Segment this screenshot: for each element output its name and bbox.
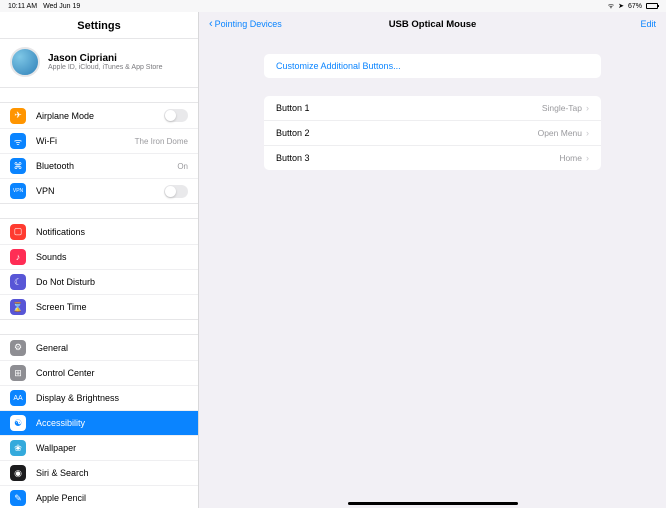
chevron-right-icon: › bbox=[586, 153, 589, 163]
button-label: Button 3 bbox=[276, 153, 310, 163]
sidebar-item-label: Wallpaper bbox=[36, 443, 188, 453]
group-alerts: ▢ Notifications ♪ Sounds ☾ Do Not Distur… bbox=[0, 218, 198, 320]
wifi-icon: ᯤ bbox=[608, 2, 614, 11]
sidebar-item-label: Apple Pencil bbox=[36, 493, 188, 503]
sidebar-item-label: Siri & Search bbox=[36, 468, 188, 478]
sidebar-item-dnd[interactable]: ☾ Do Not Disturb bbox=[0, 269, 198, 294]
settings-sidebar: Settings Jason Cipriani Apple ID, iCloud… bbox=[0, 12, 199, 508]
wifi-icon: ᯤ bbox=[10, 133, 26, 149]
sidebar-item-general[interactable]: ⚙ General bbox=[0, 335, 198, 360]
location-icon: ➤ bbox=[618, 2, 624, 10]
status-bar: 10:11 AM Wed Jun 19 ᯤ ➤ 67% bbox=[0, 0, 666, 12]
sidebar-item-cc[interactable]: ⊞ Control Center bbox=[0, 360, 198, 385]
sidebar-item-sounds[interactable]: ♪ Sounds bbox=[0, 244, 198, 269]
dnd-icon: ☾ bbox=[10, 274, 26, 290]
sidebar-item-label: VPN bbox=[36, 186, 164, 196]
sidebar-item-pencil[interactable]: ✎ Apple Pencil bbox=[0, 485, 198, 508]
profile-name: Jason Cipriani bbox=[48, 53, 163, 64]
airplane-toggle[interactable] bbox=[164, 109, 188, 122]
wifi-detail: The Iron Dome bbox=[135, 137, 188, 146]
pencil-icon: ✎ bbox=[10, 490, 26, 506]
sidebar-item-label: Display & Brightness bbox=[36, 393, 188, 403]
sidebar-item-wifi[interactable]: ᯤ Wi-Fi The Iron Dome bbox=[0, 128, 198, 153]
sidebar-item-label: General bbox=[36, 343, 188, 353]
sidebar-item-screentime[interactable]: ⌛ Screen Time bbox=[0, 294, 198, 319]
sidebar-item-display[interactable]: AA Display & Brightness bbox=[0, 385, 198, 410]
page-title: USB Optical Mouse bbox=[389, 19, 477, 30]
general-icon: ⚙ bbox=[10, 340, 26, 356]
button-action: Single-Tap bbox=[542, 103, 582, 113]
customize-panel: Customize Additional Buttons... bbox=[264, 54, 601, 78]
sidebar-item-airplane[interactable]: ✈ Airplane Mode bbox=[0, 103, 198, 128]
airplane-icon: ✈ bbox=[10, 108, 26, 124]
bt-detail: On bbox=[177, 162, 188, 171]
vpn-toggle[interactable] bbox=[164, 185, 188, 198]
sidebar-item-label: Wi-Fi bbox=[36, 136, 135, 146]
home-indicator[interactable] bbox=[348, 502, 518, 505]
sidebar-item-bluetooth[interactable]: ⌘ Bluetooth On bbox=[0, 153, 198, 178]
profile-sub: Apple ID, iCloud, iTunes & App Store bbox=[48, 64, 163, 71]
wallpaper-icon: ❀ bbox=[10, 440, 26, 456]
sidebar-item-vpn[interactable]: VPN VPN bbox=[0, 178, 198, 203]
button-action: Open Menu bbox=[538, 128, 582, 138]
siri-icon: ◉ bbox=[10, 465, 26, 481]
sidebar-item-label: Airplane Mode bbox=[36, 111, 164, 121]
sidebar-item-label: Bluetooth bbox=[36, 161, 177, 171]
customize-buttons-row[interactable]: Customize Additional Buttons... bbox=[264, 54, 601, 78]
status-date: Wed Jun 19 bbox=[43, 3, 80, 10]
sidebar-item-label: Notifications bbox=[36, 227, 188, 237]
customize-link: Customize Additional Buttons... bbox=[276, 61, 401, 71]
back-label: Pointing Devices bbox=[215, 19, 282, 29]
apple-id-row[interactable]: Jason Cipriani Apple ID, iCloud, iTunes … bbox=[0, 38, 198, 88]
chevron-right-icon: › bbox=[586, 103, 589, 113]
sidebar-item-label: Screen Time bbox=[36, 302, 188, 312]
sounds-icon: ♪ bbox=[10, 249, 26, 265]
detail-header: ‹ Pointing Devices USB Optical Mouse Edi… bbox=[199, 12, 666, 36]
button-1-row[interactable]: Button 1 Single-Tap › bbox=[264, 96, 601, 120]
group-general: ⚙ General ⊞ Control Center AA Display & … bbox=[0, 334, 198, 508]
sidebar-item-label: Do Not Disturb bbox=[36, 277, 188, 287]
back-button[interactable]: ‹ Pointing Devices bbox=[209, 19, 282, 30]
buttons-panel: Button 1 Single-Tap › Button 2 Open Menu… bbox=[264, 96, 601, 170]
detail-pane: ‹ Pointing Devices USB Optical Mouse Edi… bbox=[199, 12, 666, 508]
control-center-icon: ⊞ bbox=[10, 365, 26, 381]
sidebar-title: Settings bbox=[0, 12, 198, 38]
group-connectivity: ✈ Airplane Mode ᯤ Wi-Fi The Iron Dome ⌘ … bbox=[0, 102, 198, 204]
edit-button[interactable]: Edit bbox=[640, 19, 656, 29]
button-label: Button 2 bbox=[276, 128, 310, 138]
avatar bbox=[10, 47, 40, 77]
battery-icon bbox=[646, 3, 658, 9]
screentime-icon: ⌛ bbox=[10, 299, 26, 315]
sidebar-item-wallpaper[interactable]: ❀ Wallpaper bbox=[0, 435, 198, 460]
sidebar-item-label: Sounds bbox=[36, 252, 188, 262]
sidebar-item-label: Control Center bbox=[36, 368, 188, 378]
display-icon: AA bbox=[10, 390, 26, 406]
accessibility-icon: ☯ bbox=[10, 415, 26, 431]
battery-pct: 67% bbox=[628, 3, 642, 10]
notifications-icon: ▢ bbox=[10, 224, 26, 240]
chevron-left-icon: ‹ bbox=[209, 19, 213, 30]
button-label: Button 1 bbox=[276, 103, 310, 113]
button-action: Home bbox=[559, 153, 582, 163]
bluetooth-icon: ⌘ bbox=[10, 158, 26, 174]
status-time: 10:11 AM bbox=[8, 3, 37, 10]
sidebar-item-siri[interactable]: ◉ Siri & Search bbox=[0, 460, 198, 485]
sidebar-item-accessibility[interactable]: ☯ Accessibility bbox=[0, 410, 198, 435]
button-3-row[interactable]: Button 3 Home › bbox=[264, 145, 601, 170]
chevron-right-icon: › bbox=[586, 128, 589, 138]
button-2-row[interactable]: Button 2 Open Menu › bbox=[264, 120, 601, 145]
vpn-icon: VPN bbox=[10, 183, 26, 199]
sidebar-item-notifications[interactable]: ▢ Notifications bbox=[0, 219, 198, 244]
sidebar-item-label: Accessibility bbox=[36, 418, 188, 428]
